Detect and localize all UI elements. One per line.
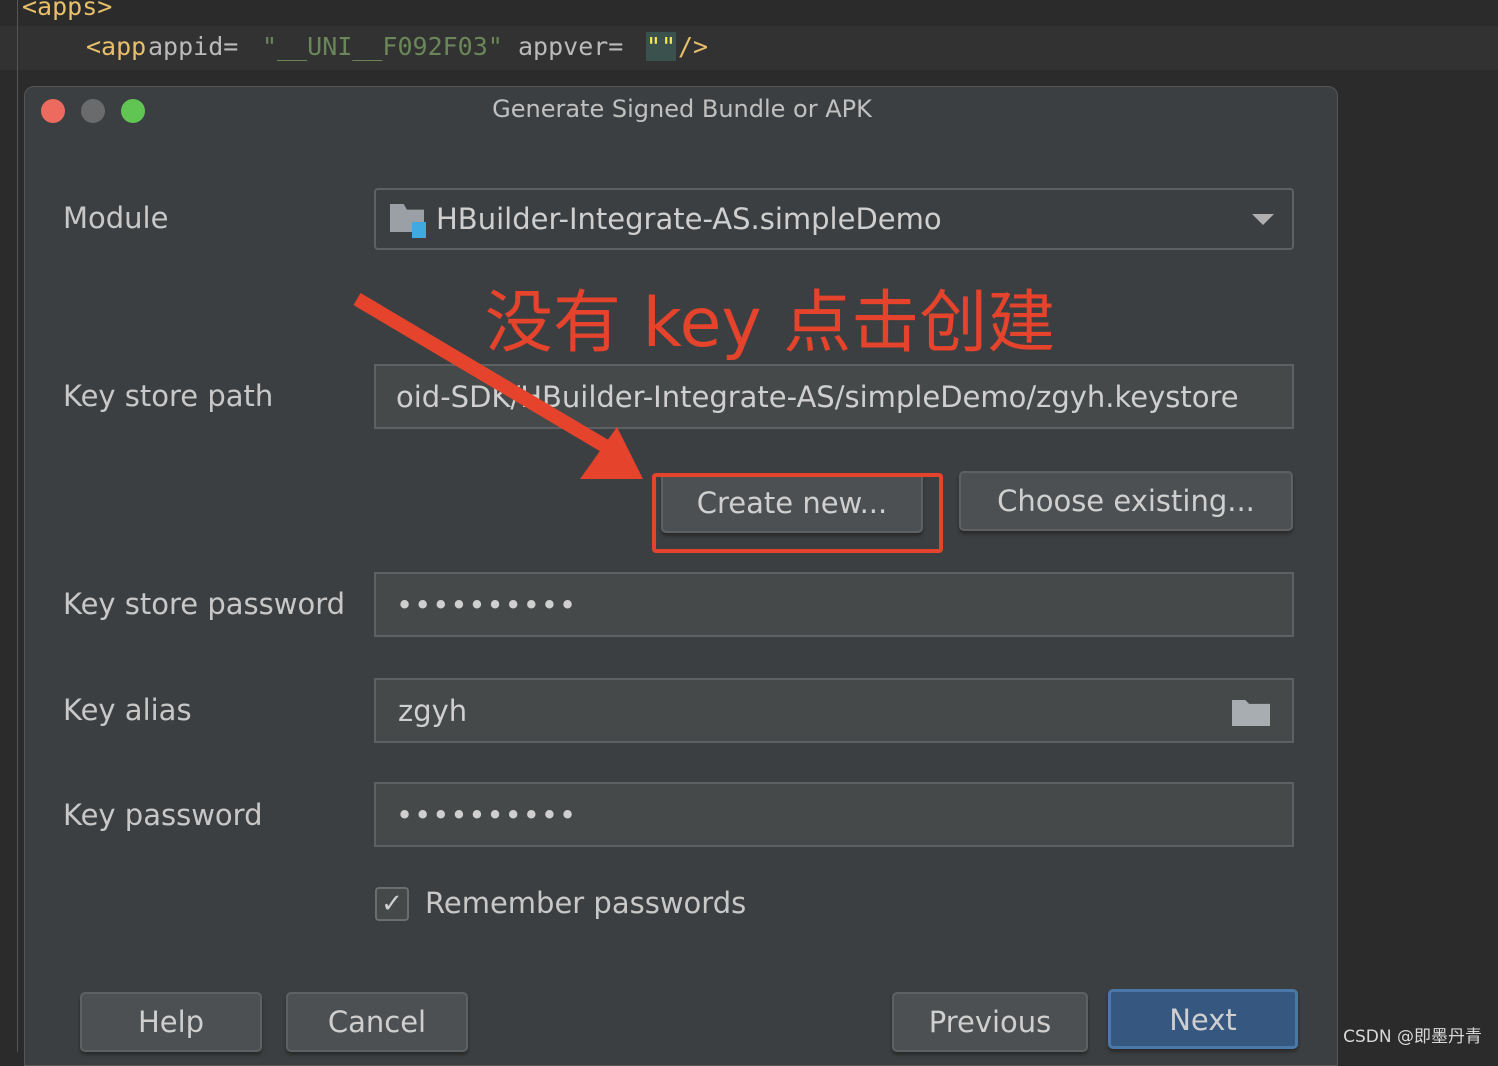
keystore-password-label: Key store password — [63, 587, 346, 621]
module-badge-icon — [412, 222, 426, 238]
code-attr: appver= — [518, 32, 624, 61]
code-tag-close: /> — [678, 32, 709, 61]
code-value: "" — [646, 32, 677, 61]
generate-signed-dialog: Generate Signed Bundle or APK Module HBu… — [24, 86, 1338, 1066]
previous-button[interactable]: Previous — [892, 992, 1088, 1052]
key-password-input[interactable]: •••••••••• — [374, 782, 1294, 847]
module-select[interactable]: HBuilder-Integrate-AS.simpleDemo — [374, 188, 1294, 250]
code-tag: <app — [86, 32, 147, 61]
next-button[interactable]: Next — [1108, 989, 1298, 1049]
help-button[interactable]: Help — [80, 992, 262, 1052]
editor-gutter — [0, 0, 18, 1052]
module-label: Module — [63, 201, 169, 235]
dialog-title: Generate Signed Bundle or APK — [492, 95, 872, 123]
chevron-down-icon — [1252, 214, 1274, 225]
key-alias-value: zgyh — [398, 694, 468, 728]
module-value: HBuilder-Integrate-AS.simpleDemo — [436, 202, 942, 236]
annotation-arrow — [353, 292, 643, 479]
code-line: <apps> — [22, 0, 113, 21]
folder-open-icon[interactable] — [1232, 700, 1270, 726]
keystore-path-label: Key store path — [63, 379, 274, 413]
key-password-label: Key password — [63, 798, 263, 832]
highlight-box — [652, 473, 943, 553]
remember-checkbox[interactable]: ✓ — [375, 887, 409, 921]
key-alias-input[interactable]: zgyh — [374, 678, 1294, 743]
code-value: "__UNI__F092F03" — [262, 32, 503, 61]
remember-label: Remember passwords — [425, 886, 747, 920]
code-editor: <apps> <app appid= "__UNI__F092F03" appv… — [0, 0, 1498, 86]
key-alias-label: Key alias — [63, 693, 192, 727]
watermark: CSDN @即墨丹青 — [1343, 1027, 1482, 1047]
cancel-button[interactable]: Cancel — [286, 992, 468, 1052]
code-attr: appid= — [148, 32, 239, 61]
choose-existing-button[interactable]: Choose existing... — [959, 471, 1293, 531]
code-line-current: <app appid= "__UNI__F092F03" appver= "" … — [0, 26, 1498, 70]
keystore-password-input[interactable]: •••••••••• — [374, 572, 1294, 637]
